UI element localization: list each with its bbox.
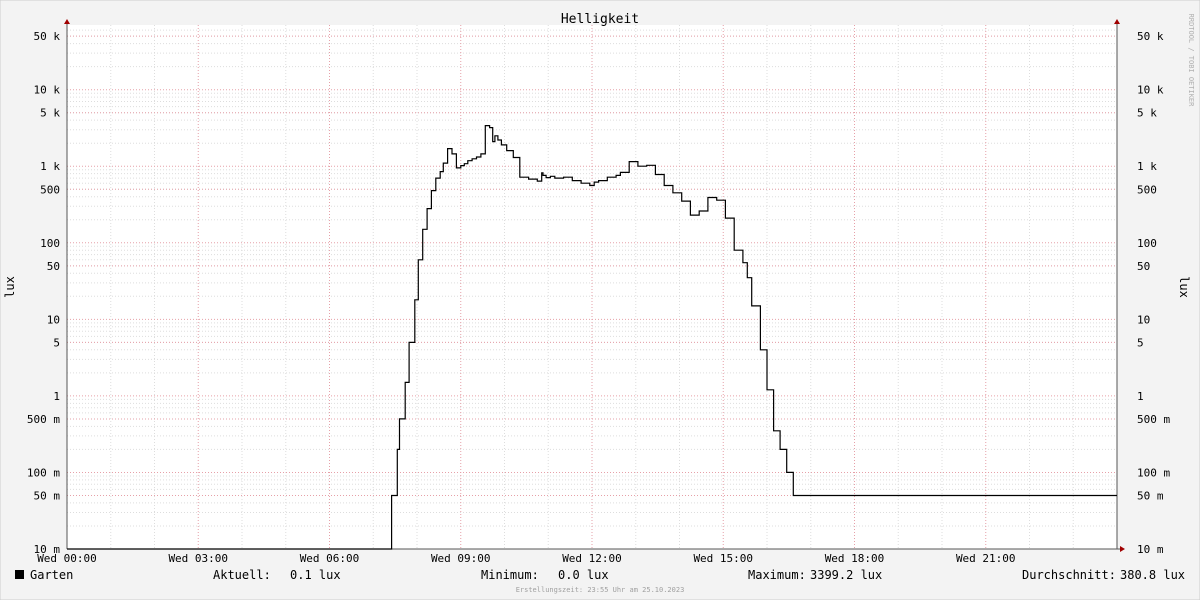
x-tick-label: Wed 06:00 xyxy=(300,552,360,565)
y-tick-label-left: 1 xyxy=(53,390,60,403)
x-tick-label: Wed 00:00 xyxy=(37,552,97,565)
y-tick-label-right: 50 xyxy=(1137,260,1150,273)
legend-maximum-label: Maximum: xyxy=(748,568,806,582)
chart-title: Helligkeit xyxy=(561,12,639,27)
y-tick-label-left: 500 xyxy=(40,183,60,196)
legend-minimum-label: Minimum: xyxy=(481,568,539,582)
x-tick-label: Wed 09:00 xyxy=(431,552,491,565)
legend-series-label: Garten xyxy=(30,568,73,582)
y-tick-label-right: 5 k xyxy=(1137,107,1157,120)
legend-maximum-value: 3399.2 lux xyxy=(810,568,882,582)
y-tick-label-right: 50 k xyxy=(1137,30,1164,43)
y-tick-label-right: 100 xyxy=(1137,237,1157,250)
legend-durchschnitt-label: Durchschnitt: xyxy=(1022,568,1116,582)
x-tick-label: Wed 12:00 xyxy=(562,552,622,565)
y-axis-label-right: lux xyxy=(1177,276,1191,298)
y-tick-label-right: 10 k xyxy=(1137,84,1164,97)
y-tick-label-left: 10 xyxy=(47,313,60,326)
y-tick-label-left: 5 k xyxy=(40,107,60,120)
chart-root: 50 k 50 k 10 k 10 k5 k5 k1 k1 k 500 500 100 100… xyxy=(0,0,1200,601)
x-tick-label: Wed 15:00 xyxy=(693,552,753,565)
y-tick-label-right: 50 m xyxy=(1137,489,1164,502)
y-tick-label-left: 1 k xyxy=(40,160,60,173)
y-tick-label-left: 10 k xyxy=(34,84,61,97)
y-tick-label-right: 1 k xyxy=(1137,160,1157,173)
y-tick-label-left: 100 xyxy=(40,237,60,250)
legend-durchschnitt-value: 380.8 lux xyxy=(1120,568,1185,582)
y-axis-label-left: lux xyxy=(3,276,17,298)
y-tick-label-left: 50 k xyxy=(34,30,61,43)
legend-aktuell-value: 0.1 lux xyxy=(290,568,341,582)
y-tick-label-right: 10 m xyxy=(1137,543,1164,556)
legend-minimum-value: 0.0 lux xyxy=(558,568,609,582)
y-tick-label-left: 500 m xyxy=(27,413,60,426)
y-tick-label-left: 50 m xyxy=(34,489,61,502)
x-tick-label: Wed 03:00 xyxy=(168,552,228,565)
y-tick-label-left: 50 xyxy=(47,260,60,273)
rrdtool-watermark: RRDTOOL / TOBI OETIKER xyxy=(1187,14,1195,108)
footer-creation-time: Erstellungszeit: 23:55 Uhr am 25.10.2023 xyxy=(516,586,685,594)
y-tick-label-left: 100 m xyxy=(27,466,60,479)
legend-swatch-garten xyxy=(15,570,24,579)
y-tick-label-left: 5 xyxy=(53,336,60,349)
y-tick-label-right: 100 m xyxy=(1137,466,1170,479)
y-tick-label-right: 500 m xyxy=(1137,413,1170,426)
legend-aktuell-label: Aktuell: xyxy=(213,568,271,582)
x-tick-label: Wed 21:00 xyxy=(956,552,1016,565)
x-tick-label: Wed 18:00 xyxy=(825,552,885,565)
brightness-chart: 50 k 50 k10 k 10 k5 k5 k1 k1 k500 500100 100… xyxy=(0,0,1200,601)
y-tick-label-right: 500 xyxy=(1137,183,1157,196)
y-tick-label-right: 10 xyxy=(1137,313,1150,326)
y-tick-label-right: 5 xyxy=(1137,336,1144,349)
y-tick-label-right: 1 xyxy=(1137,390,1144,403)
